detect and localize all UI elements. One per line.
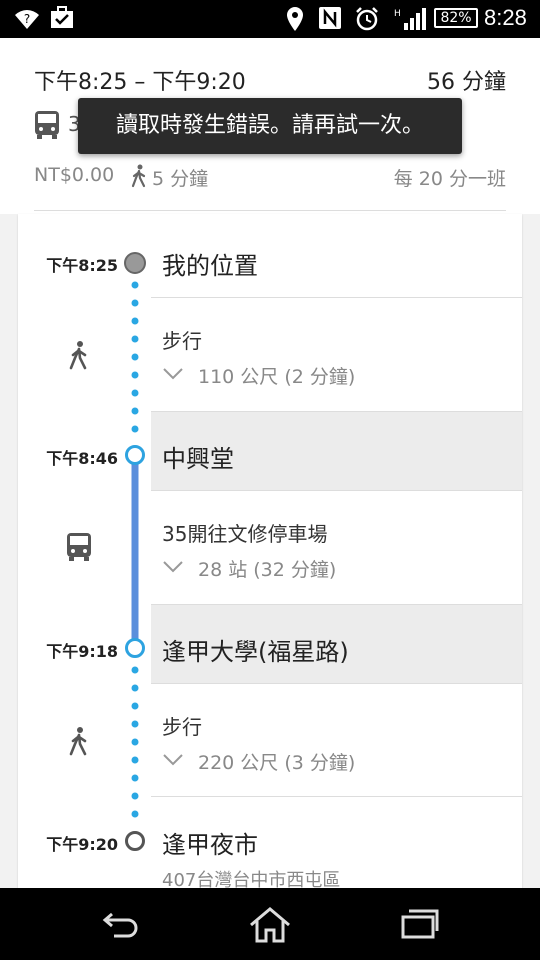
recents-icon[interactable]	[400, 906, 440, 944]
destination-dot-icon	[125, 831, 145, 851]
battery-icon: 82%	[434, 8, 478, 28]
error-toast: 讀取時發生錯誤。請再試一次。	[78, 98, 462, 154]
status-bar: ? H 82% 8:28	[0, 0, 540, 38]
origin-name[interactable]: 我的位置	[162, 246, 258, 281]
svg-text:H: H	[394, 9, 401, 19]
divider	[34, 210, 506, 211]
divider	[151, 683, 522, 684]
timeline	[131, 281, 139, 818]
alarm-icon	[354, 6, 380, 36]
stop-name[interactable]: 中興堂	[162, 439, 234, 474]
nfc-icon	[318, 6, 342, 34]
fare: NT$0.00	[34, 164, 115, 186]
chevron-down-icon[interactable]	[162, 559, 184, 578]
walk-time: 5 分鐘	[152, 168, 209, 190]
divider	[151, 411, 522, 412]
signal-icon: H	[394, 6, 426, 36]
stop-name[interactable]: 逢甲大學(福星路)	[162, 632, 349, 667]
bus-icon	[66, 532, 92, 566]
walk-segment-detail[interactable]: 220 公尺 (3 分鐘)	[198, 748, 355, 775]
walk-segment-title: 步行	[162, 329, 202, 353]
back-icon[interactable]	[100, 906, 140, 944]
destination-address: 407台灣台中市西屯區	[162, 870, 341, 888]
walk-segment-title: 步行	[162, 715, 202, 739]
stop-dot-icon	[125, 445, 145, 465]
trip-duration: 56 分鐘	[427, 70, 506, 95]
walk-icon	[68, 340, 88, 374]
wifi-unknown-icon: ?	[14, 6, 40, 34]
step-time: 下午9:18	[46, 642, 118, 661]
step-time: 下午8:46	[46, 449, 118, 468]
location-icon	[286, 6, 304, 36]
navigation-bar	[0, 888, 540, 960]
divider	[151, 490, 522, 491]
destination-name[interactable]: 逢甲夜市	[162, 825, 258, 860]
briefcase-check-icon	[50, 6, 74, 34]
divider	[151, 604, 522, 605]
directions-card	[18, 214, 522, 888]
clock: 8:28	[484, 5, 527, 30]
chevron-down-icon[interactable]	[162, 366, 184, 385]
stop-dot-icon	[125, 638, 145, 658]
walk-icon	[68, 726, 88, 760]
home-icon[interactable]	[248, 906, 292, 948]
svg-text:?: ?	[24, 12, 30, 26]
walk-icon	[130, 164, 148, 192]
step-time: 下午8:25	[46, 256, 118, 275]
bus-icon	[34, 110, 60, 144]
divider	[151, 297, 522, 298]
time-range: 下午8:25 – 下午9:20	[34, 70, 246, 95]
origin-dot-icon	[124, 252, 146, 274]
divider	[151, 796, 522, 797]
step-time: 下午9:20	[46, 835, 118, 854]
bus-segment-detail[interactable]: 28 站 (32 分鐘)	[198, 555, 336, 582]
walk-segment-detail[interactable]: 110 公尺 (2 分鐘)	[198, 362, 355, 389]
frequency: 每 20 分一班	[393, 168, 506, 190]
bus-segment-title: 35開往文修停車場	[162, 522, 328, 546]
chevron-down-icon[interactable]	[162, 752, 184, 771]
